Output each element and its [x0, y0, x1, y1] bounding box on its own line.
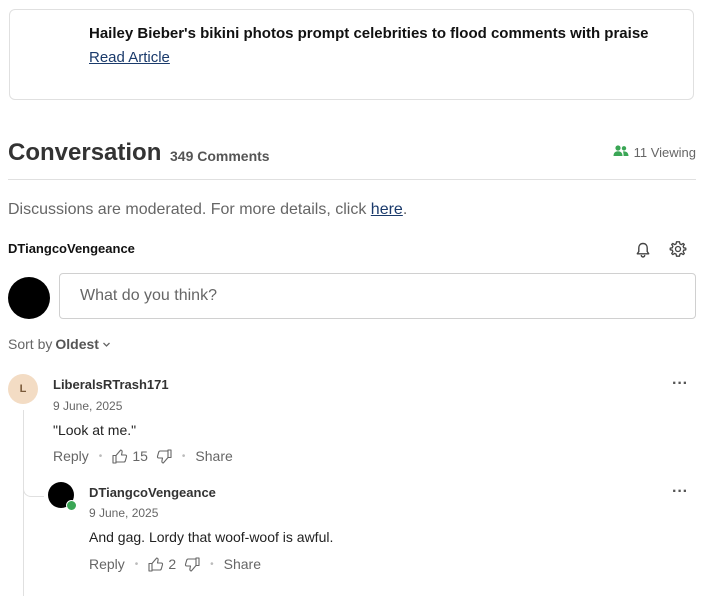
- viewing-count: 11 Viewing: [633, 145, 696, 160]
- current-username: DTiangcoVengeance: [8, 241, 135, 256]
- sort-value: Oldest: [55, 336, 99, 352]
- reply-button[interactable]: Reply: [53, 448, 89, 464]
- thumbs-down-icon[interactable]: [156, 448, 172, 464]
- bell-icon[interactable]: [634, 241, 652, 259]
- moderation-text: Discussions are moderated. For more deta…: [8, 201, 371, 218]
- comment-text: And gag. Lordy that woof-woof is awful.: [89, 529, 334, 545]
- thread-line: [23, 410, 24, 596]
- comment-username[interactable]: LiberalsRTrash171: [53, 377, 169, 392]
- separator-dot: •: [210, 558, 214, 570]
- share-button[interactable]: Share: [195, 448, 232, 464]
- separator-dot: •: [98, 450, 103, 462]
- moderation-details-link[interactable]: here: [371, 201, 403, 218]
- conversation-title: Conversation: [8, 139, 162, 166]
- comment-input[interactable]: [59, 273, 696, 319]
- separator-dot: •: [134, 558, 139, 570]
- share-button[interactable]: Share: [224, 556, 261, 572]
- sort-prefix: Sort by: [8, 336, 53, 352]
- comment-text: "Look at me.": [53, 422, 137, 438]
- comment-count: 349 Comments: [170, 148, 270, 164]
- read-article-link[interactable]: Read Article: [89, 49, 170, 66]
- thumbs-down-icon[interactable]: [184, 556, 200, 572]
- comment-date: 9 June, 2025: [89, 506, 159, 520]
- reply-connector: [23, 486, 44, 497]
- online-status-icon: [66, 500, 77, 511]
- more-options-icon[interactable]: ···: [672, 375, 688, 393]
- thumbs-up-icon[interactable]: [148, 556, 164, 572]
- avatar: L: [8, 374, 38, 404]
- viewing-indicator: 11 Viewing: [613, 145, 696, 160]
- current-user-avatar: [8, 277, 50, 319]
- thumbs-up-icon[interactable]: [112, 448, 128, 464]
- reply-button[interactable]: Reply: [89, 556, 125, 572]
- comment-actions: Reply • 2 • Share: [89, 556, 261, 572]
- like-count: 2: [168, 556, 177, 572]
- gear-icon[interactable]: [669, 240, 687, 258]
- like-count: 15: [132, 448, 148, 464]
- people-icon: [613, 145, 629, 160]
- more-options-icon[interactable]: ···: [672, 483, 688, 501]
- comment-date: 9 June, 2025: [53, 399, 123, 413]
- comment-actions: Reply • 15 • Share: [53, 448, 233, 464]
- header-divider: [8, 179, 696, 180]
- chevron-down-icon: [102, 336, 111, 352]
- moderation-notice: Discussions are moderated. For more deta…: [8, 201, 407, 219]
- comment-username[interactable]: DTiangcoVengeance: [89, 485, 216, 500]
- article-title: Hailey Bieber's bikini photos prompt cel…: [89, 25, 649, 42]
- moderation-suffix: .: [402, 201, 408, 218]
- separator-dot: •: [181, 450, 186, 462]
- sort-dropdown[interactable]: Sort by Oldest: [8, 336, 111, 352]
